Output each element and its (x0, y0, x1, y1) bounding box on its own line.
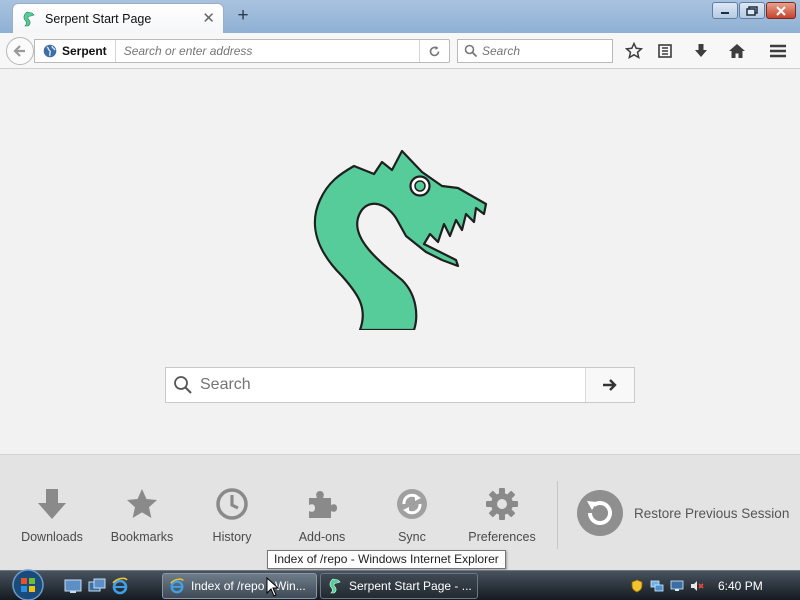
reload-icon (429, 45, 440, 56)
downloads-icon (695, 44, 707, 57)
clock-icon (216, 488, 248, 520)
search-icon (166, 375, 200, 395)
start-search-box (165, 367, 635, 403)
menu-button[interactable] (768, 41, 788, 61)
menu-icon (770, 44, 786, 58)
reading-list-button[interactable] (655, 41, 675, 61)
mouse-cursor-icon (266, 577, 280, 597)
system-tray: 6:40 PM (630, 575, 800, 597)
launcher-label: Sync (398, 530, 426, 544)
launcher-sync[interactable]: Sync (367, 485, 457, 544)
start-page (0, 70, 800, 454)
search-go-button[interactable] (585, 368, 634, 402)
reload-button[interactable] (419, 40, 449, 62)
back-button[interactable] (6, 37, 34, 65)
taskbar-button-label: Serpent Start Page - ... (349, 579, 472, 593)
search-icon (464, 44, 478, 58)
serpent-icon (329, 578, 341, 594)
launcher-label: History (212, 530, 252, 544)
new-tab-button[interactable]: + (232, 6, 254, 28)
switch-windows-icon[interactable] (88, 577, 106, 595)
site-identity[interactable]: Serpent (35, 40, 116, 62)
restore-session-icon (577, 490, 623, 536)
serpent-favicon-icon (23, 11, 35, 26)
close-button[interactable] (766, 2, 796, 19)
download-arrow-icon (38, 489, 66, 519)
url-input[interactable] (115, 40, 419, 62)
volume-muted-icon[interactable] (690, 579, 704, 593)
tray-clock[interactable]: 6:40 PM (718, 579, 763, 593)
ie-icon (170, 578, 184, 594)
arrow-right-icon (603, 379, 617, 391)
display-icon[interactable] (670, 579, 684, 593)
close-icon (776, 5, 786, 16)
restore-session-label: Restore Previous Session (634, 505, 790, 521)
launcher-divider (557, 481, 558, 549)
launcher-bookmarks[interactable]: Bookmarks (97, 485, 187, 544)
launcher-addons[interactable]: Add-ons (277, 485, 367, 544)
security-shield-icon[interactable] (630, 579, 644, 593)
start-search-input[interactable] (200, 368, 585, 402)
minimize-button[interactable] (712, 2, 738, 19)
home-icon (729, 44, 745, 58)
launcher-label: Bookmarks (110, 530, 174, 544)
restore-icon (746, 5, 758, 16)
taskbar-button-label: Index of /repo - Win... (191, 579, 306, 593)
star-icon (127, 489, 157, 518)
puzzle-icon (309, 491, 337, 518)
launcher-label: Preferences (468, 530, 536, 544)
tab-title: Serpent Start Page (45, 11, 152, 26)
maximize-button[interactable] (739, 2, 765, 19)
taskbar-button-serpent[interactable]: Serpent Start Page - ... (320, 573, 478, 599)
toolbar-search-box (457, 39, 613, 63)
start-button[interactable] (8, 568, 48, 600)
restore-session-button[interactable]: Restore Previous Session (576, 489, 798, 537)
show-desktop-icon[interactable] (64, 577, 82, 595)
serpent-logo (313, 149, 488, 330)
gear-icon (486, 488, 518, 520)
windows-start-orb-icon (12, 569, 44, 600)
toolbar-search-input[interactable] (482, 44, 602, 58)
launcher-downloads[interactable]: Downloads (7, 485, 97, 544)
windows-taskbar: Index of /repo - Win... Serpent Start Pa… (0, 568, 800, 600)
address-bar: Serpent (34, 39, 450, 63)
reading-list-icon (658, 44, 672, 58)
launcher-preferences[interactable]: Preferences (457, 485, 547, 544)
taskbar-button-ie[interactable]: Index of /repo - Win... (162, 573, 317, 599)
taskbar-tooltip: Index of /repo - Windows Internet Explor… (267, 550, 506, 569)
tab-serpent-start-page[interactable]: Serpent Start Page ✕ (12, 3, 224, 33)
identity-label: Serpent (62, 44, 107, 58)
minimize-icon (721, 11, 729, 14)
downloads-button[interactable] (691, 41, 711, 61)
ie-quicklaunch-icon[interactable] (111, 577, 129, 595)
launcher-history[interactable]: History (187, 485, 277, 544)
sync-icon (397, 489, 427, 519)
tab-close-icon[interactable]: ✕ (202, 11, 215, 26)
home-button[interactable] (727, 41, 747, 61)
launcher-label: Downloads (21, 530, 83, 544)
bookmark-star-icon (625, 42, 643, 60)
back-arrow-icon (13, 45, 25, 57)
globe-icon (43, 44, 57, 58)
navigation-toolbar: Serpent (0, 33, 800, 69)
launcher-label: Add-ons (298, 530, 346, 544)
bookmark-star-button[interactable] (624, 41, 644, 61)
network-icon[interactable] (650, 579, 664, 593)
title-bar: Serpent Start Page ✕ + (0, 0, 800, 33)
